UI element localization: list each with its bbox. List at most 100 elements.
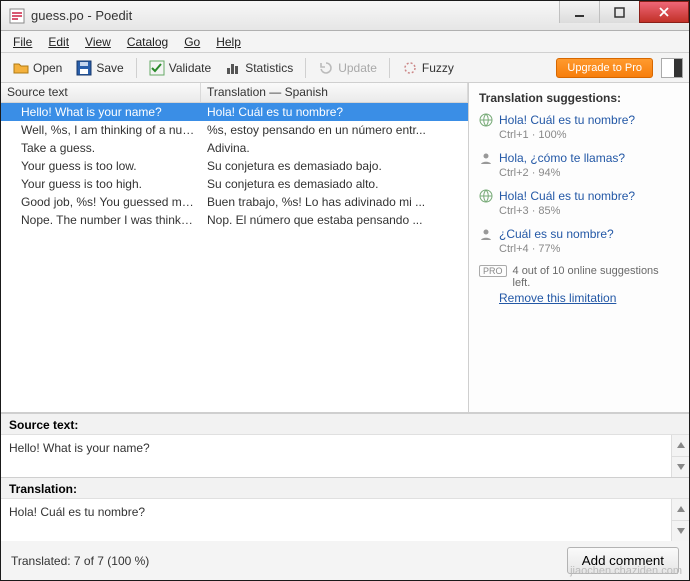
cell-source: Your guess is too high. xyxy=(1,177,201,191)
suggestion-text: Hola! Cuál es tu nombre? xyxy=(499,113,635,127)
cell-translation: Adivina. xyxy=(201,141,468,155)
suggestion-text: Hola, ¿cómo te llamas? xyxy=(499,151,625,165)
update-label: Update xyxy=(338,61,377,75)
status-text: Translated: 7 of 7 (100 %) xyxy=(11,554,149,568)
cell-translation: Su conjetura es demasiado bajo. xyxy=(201,159,468,173)
cell-translation: %s, estoy pensando en un número entr... xyxy=(201,123,468,137)
menu-go[interactable]: Go xyxy=(176,33,208,51)
cell-source: Your guess is too low. xyxy=(1,159,201,173)
table-row[interactable]: Nope. The number I was thinking of ...No… xyxy=(1,211,468,229)
app-window: guess.po - Poedit File Edit View Catalog… xyxy=(0,0,690,581)
refresh-icon xyxy=(318,60,334,76)
cell-source: Take a guess. xyxy=(1,141,201,155)
window-controls xyxy=(559,1,689,30)
fuzzy-button[interactable]: Fuzzy xyxy=(396,57,460,79)
sidebar-toggle[interactable] xyxy=(661,58,683,78)
translation-scroll xyxy=(671,499,689,541)
pro-badge-icon: PRO xyxy=(479,265,507,277)
globe-icon xyxy=(479,113,493,127)
suggestion-meta: Ctrl+4 · 77% xyxy=(499,243,679,255)
close-button[interactable] xyxy=(639,1,689,23)
menu-bar: File Edit View Catalog Go Help xyxy=(1,31,689,53)
update-button[interactable]: Update xyxy=(312,57,383,79)
cell-source: Hello! What is your name? xyxy=(1,105,201,119)
suggestion-item[interactable]: Hola, ¿cómo te llamas? Ctrl+2 · 94% xyxy=(479,151,679,179)
toolbar-separator xyxy=(136,58,137,78)
translation-label: Translation: xyxy=(1,478,689,499)
menu-view[interactable]: View xyxy=(77,33,119,51)
source-text-label: Source text: xyxy=(1,414,689,435)
menu-edit[interactable]: Edit xyxy=(40,33,77,51)
table-row[interactable]: Hello! What is your name?Hola! Cuál es t… xyxy=(1,103,468,121)
validate-button[interactable]: Validate xyxy=(143,57,217,79)
maximize-button[interactable] xyxy=(599,1,639,23)
fuzzy-label: Fuzzy xyxy=(422,61,454,75)
cell-source: Good job, %s! You guessed my numb... xyxy=(1,195,201,209)
cell-translation: Nop. El número que estaba pensando ... xyxy=(201,213,468,227)
suggestion-meta: Ctrl+1 · 100% xyxy=(499,129,679,141)
globe-icon xyxy=(479,189,493,203)
validate-label: Validate xyxy=(169,61,211,75)
scroll-down-button[interactable] xyxy=(672,520,689,542)
table-body: Hello! What is your name?Hola! Cuál es t… xyxy=(1,103,468,412)
header-source[interactable]: Source text xyxy=(1,83,201,102)
suggestion-text: ¿Cuál es su nombre? xyxy=(499,227,614,241)
suggestion-item[interactable]: Hola! Cuál es tu nombre? Ctrl+3 · 85% xyxy=(479,189,679,217)
title-bar: guess.po - Poedit xyxy=(1,1,689,31)
toolbar-separator xyxy=(389,58,390,78)
app-icon xyxy=(9,8,25,24)
fuzzy-icon xyxy=(402,60,418,76)
table-row[interactable]: Well, %s, I am thinking of a number b...… xyxy=(1,121,468,139)
save-button[interactable]: Save xyxy=(70,57,129,79)
suggestions-title: Translation suggestions: xyxy=(479,91,679,105)
menu-help[interactable]: Help xyxy=(208,33,249,51)
save-icon xyxy=(76,60,92,76)
suggestion-item[interactable]: ¿Cuál es su nombre? Ctrl+4 · 77% xyxy=(479,227,679,255)
cell-translation: Su conjetura es demasiado alto. xyxy=(201,177,468,191)
pro-note-text: 4 out of 10 online suggestions left. xyxy=(513,265,679,289)
person-icon xyxy=(479,227,493,241)
translation-field[interactable]: Hola! Cuál es tu nombre? xyxy=(1,499,671,541)
add-comment-button[interactable]: Add comment xyxy=(567,547,679,574)
table-row[interactable]: Good job, %s! You guessed my numb...Buen… xyxy=(1,193,468,211)
table-row[interactable]: Take a guess.Adivina. xyxy=(1,139,468,157)
menu-file[interactable]: File xyxy=(5,33,40,51)
work-area: Source text Translation — Spanish Hello!… xyxy=(1,83,689,413)
statistics-button[interactable]: Statistics xyxy=(219,57,299,79)
upgrade-button[interactable]: Upgrade to Pro xyxy=(556,58,653,78)
editor-panel: Source text: Hello! What is your name? T… xyxy=(1,413,689,541)
suggestions-panel: Translation suggestions: Hola! Cuál es t… xyxy=(469,83,689,412)
open-button[interactable]: Open xyxy=(7,57,68,79)
cell-source: Well, %s, I am thinking of a number b... xyxy=(1,123,201,137)
table-row[interactable]: Your guess is too high.Su conjetura es d… xyxy=(1,175,468,193)
suggestion-meta: Ctrl+2 · 94% xyxy=(499,167,679,179)
bar-chart-icon xyxy=(225,60,241,76)
save-label: Save xyxy=(96,61,123,75)
folder-open-icon xyxy=(13,60,29,76)
pro-note: PRO 4 out of 10 online suggestions left. xyxy=(479,265,679,289)
table-headers: Source text Translation — Spanish xyxy=(1,83,468,103)
toolbar-separator xyxy=(305,58,306,78)
person-icon xyxy=(479,151,493,165)
open-label: Open xyxy=(33,61,62,75)
suggestion-meta: Ctrl+3 · 85% xyxy=(499,205,679,217)
cell-translation: Hola! Cuál es tu nombre? xyxy=(201,105,468,119)
table-row[interactable]: Your guess is too low.Su conjetura es de… xyxy=(1,157,468,175)
window-title: guess.po - Poedit xyxy=(31,8,559,23)
translation-table: Source text Translation — Spanish Hello!… xyxy=(1,83,469,412)
source-text-field: Hello! What is your name? xyxy=(1,435,671,477)
source-scroll xyxy=(671,435,689,477)
suggestion-text: Hola! Cuál es tu nombre? xyxy=(499,189,635,203)
cell-source: Nope. The number I was thinking of ... xyxy=(1,213,201,227)
suggestion-item[interactable]: Hola! Cuál es tu nombre? Ctrl+1 · 100% xyxy=(479,113,679,141)
check-icon xyxy=(149,60,165,76)
remove-limitation-link[interactable]: Remove this limitation xyxy=(499,291,616,305)
minimize-button[interactable] xyxy=(559,1,599,23)
header-translation[interactable]: Translation — Spanish xyxy=(201,83,468,102)
menu-catalog[interactable]: Catalog xyxy=(119,33,176,51)
scroll-up-button[interactable] xyxy=(672,435,689,456)
scroll-down-button[interactable] xyxy=(672,456,689,478)
scroll-up-button[interactable] xyxy=(672,499,689,520)
statistics-label: Statistics xyxy=(245,61,293,75)
status-bar: Translated: 7 of 7 (100 %) Add comment xyxy=(1,541,689,580)
